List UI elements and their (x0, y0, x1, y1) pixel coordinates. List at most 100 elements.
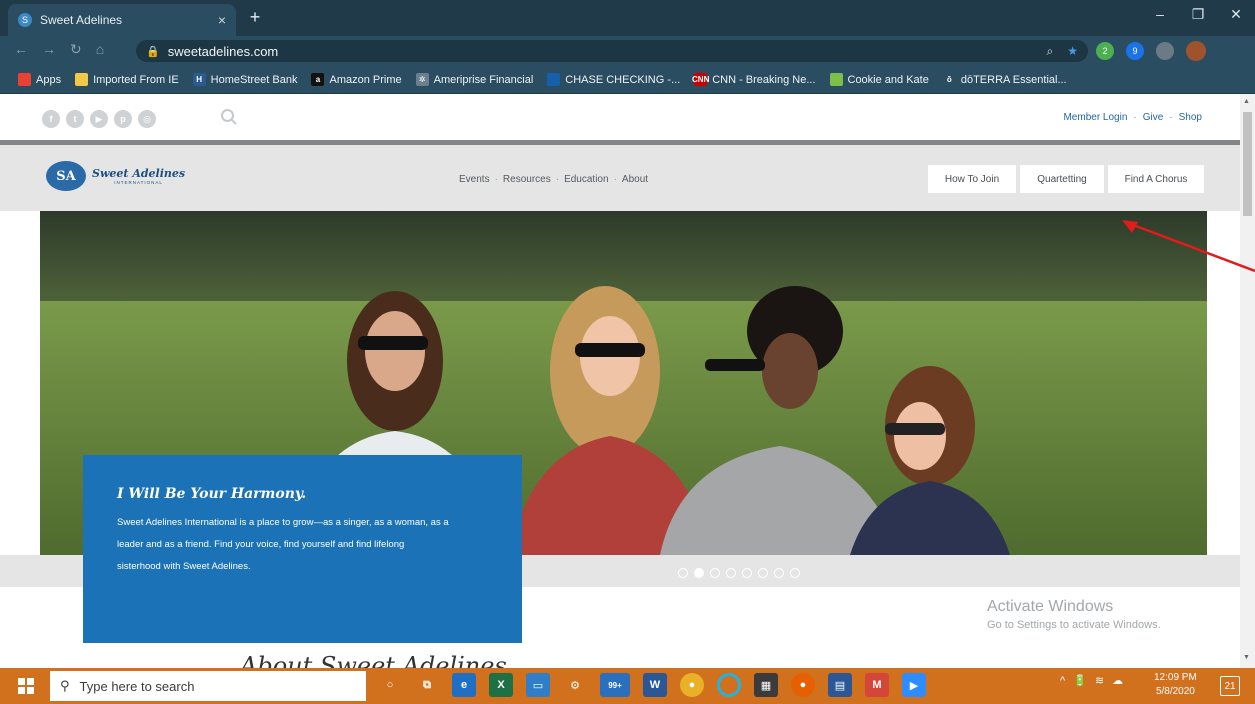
nav-buttons: ← → ↻ ⌂ (14, 41, 104, 58)
find-a-chorus-button[interactable]: Find A Chorus (1108, 165, 1204, 193)
carousel-dot[interactable] (710, 568, 720, 578)
zoom-icon[interactable]: ⌕ (1047, 44, 1054, 59)
scroll-down-arrow-icon[interactable]: ▼ (1243, 654, 1250, 661)
cortana-ring-icon[interactable] (717, 673, 741, 697)
new-tab-button[interactable]: + (244, 6, 266, 28)
address-bar[interactable]: 🔒 sweetadelines.com ⌕ ★ (136, 40, 1088, 62)
gmail-icon[interactable]: M (865, 673, 889, 697)
carousel-dot[interactable] (694, 568, 704, 578)
wifi-icon[interactable]: ≋ (1095, 674, 1104, 687)
calculator-icon[interactable]: ▦ (754, 673, 778, 697)
mail-icon[interactable]: 99+ (600, 673, 630, 697)
nav-about[interactable]: About (622, 174, 648, 185)
forward-button[interactable]: → (42, 41, 56, 58)
minimize-button[interactable]: – (1141, 0, 1179, 28)
search-icon: ⚲ (60, 678, 70, 693)
amazon-icon: a (311, 73, 325, 86)
battery-icon[interactable]: 🔋 (1073, 674, 1087, 687)
settings-gear-icon[interactable]: ⚙ (563, 673, 587, 697)
firefox-icon[interactable]: ● (791, 673, 815, 697)
nav-resources[interactable]: Resources (503, 174, 551, 185)
bookmark-label: Apps (36, 73, 62, 86)
how-to-join-button[interactable]: How To Join (928, 165, 1016, 193)
window-controls: – ❐ ✕ (1141, 0, 1255, 36)
bookmark-label: dōTERRA Essential... (960, 73, 1067, 86)
bookmark-item[interactable]: CHASE CHECKING -... (547, 73, 680, 86)
calendar-icon[interactable]: ▤ (828, 673, 852, 697)
activate-windows-watermark: Activate Windows Go to Settings to activ… (987, 598, 1161, 631)
scroll-up-arrow-icon[interactable]: ▲ (1243, 98, 1250, 105)
search-icon[interactable] (220, 108, 238, 126)
apps-grid-icon (18, 73, 31, 86)
give-link[interactable]: Give (1143, 112, 1164, 123)
system-tray: ^ 🔋 ≋ ☁ (1060, 674, 1123, 688)
url-text[interactable]: sweetadelines.com (168, 44, 1047, 59)
bookmark-star-icon[interactable]: ★ (1067, 44, 1078, 59)
carousel-dot[interactable] (774, 568, 784, 578)
quartetting-button[interactable]: Quartetting (1020, 165, 1104, 193)
reload-button[interactable]: ↻ (70, 41, 82, 58)
browser-tab[interactable]: S Sweet Adelines × (8, 4, 236, 36)
taskbar-clock[interactable]: 12:09 PM 5/8/2020 (1154, 671, 1197, 699)
home-button[interactable]: ⌂ (96, 41, 104, 58)
twitter-icon[interactable]: t (66, 110, 84, 128)
word-icon[interactable]: W (643, 673, 667, 697)
bookmark-label: Ameriprise Financial (433, 73, 534, 86)
onedrive-icon[interactable]: ☁ (1112, 674, 1123, 687)
bookmark-item[interactable]: Imported From IE (75, 73, 179, 86)
page-scrollbar[interactable]: ▲ ▼ (1240, 94, 1255, 668)
restore-button[interactable]: ❐ (1179, 0, 1217, 28)
site-header: SA Sweet Adelines INTERNATIONAL Events ·… (0, 145, 1240, 211)
below-fold-heading: About Sweet Adelines (240, 652, 507, 668)
extension-a-icon[interactable]: 9 (1126, 42, 1144, 60)
site-logo[interactable]: SA Sweet Adelines INTERNATIONAL (46, 161, 185, 191)
tab-close-icon[interactable]: × (218, 12, 226, 28)
nav-education[interactable]: Education (564, 174, 608, 185)
tray-chevron-icon[interactable]: ^ (1060, 675, 1065, 687)
carousel-dot[interactable] (758, 568, 768, 578)
carousel-dot[interactable] (726, 568, 736, 578)
cortana-icon[interactable]: ○ (378, 673, 402, 697)
separator: · (1169, 112, 1173, 123)
facebook-icon[interactable]: f (42, 110, 60, 128)
carousel-dot[interactable] (678, 568, 688, 578)
extension-check-icon[interactable]: 2 (1096, 42, 1114, 60)
tab-title: Sweet Adelines (40, 13, 123, 27)
sweet-adelines-favicon-icon: S (18, 13, 32, 27)
bookmark-item[interactable]: H HomeStreet Bank (192, 73, 297, 86)
bookmark-item[interactable]: a Amazon Prime (311, 73, 402, 86)
zoom-app-icon[interactable]: ▶ (902, 673, 926, 697)
edge-icon[interactable]: e (452, 673, 476, 697)
bookmark-item[interactable]: CNN CNN - Breaking Ne... (692, 73, 816, 86)
taskbar-apps: ○ ⧉ e X ▭ ⚙ 99+ W ● ▦ ● ▤ M ▶ (378, 673, 926, 697)
bookmark-item[interactable]: Apps (18, 73, 61, 86)
logo-name: Sweet Adelines (92, 167, 186, 180)
shop-link[interactable]: Shop (1179, 112, 1202, 123)
notifications-badge[interactable]: 21 (1220, 676, 1240, 696)
pinterest-icon[interactable]: p (114, 110, 132, 128)
windows-start-icon[interactable] (18, 678, 34, 694)
file-explorer-icon[interactable]: ▭ (526, 673, 550, 697)
bookmarks-bar: Apps Imported From IE H HomeStreet Bank a Ama… (0, 66, 1255, 94)
profile-avatar[interactable] (1186, 41, 1206, 61)
member-login-link[interactable]: Member Login (1063, 112, 1127, 123)
extension-gray-icon[interactable] (1156, 42, 1174, 60)
carousel-dot[interactable] (742, 568, 752, 578)
nav-events[interactable]: Events (459, 174, 490, 185)
callout-text-line-2: leader and as a friend. Find your voice,… (117, 539, 405, 550)
scroll-thumb[interactable] (1243, 112, 1252, 216)
chrome-icon[interactable]: ● (680, 673, 704, 697)
youtube-icon[interactable]: ▶ (90, 110, 108, 128)
carousel-dot[interactable] (790, 568, 800, 578)
bookmark-item[interactable]: Cookie and Kate (829, 73, 929, 86)
bookmark-item[interactable]: ✲ Ameriprise Financial (415, 73, 534, 86)
task-view-icon[interactable]: ⧉ (415, 673, 439, 697)
taskbar-search-box[interactable]: ⚲ Type here to search (50, 671, 366, 701)
cookie-kate-icon (829, 73, 843, 86)
window-close-button[interactable]: ✕ (1217, 0, 1255, 28)
excel-icon[interactable]: X (489, 673, 513, 697)
back-button[interactable]: ← (14, 41, 28, 58)
lock-icon[interactable]: 🔒 (146, 45, 160, 58)
instagram-icon[interactable]: ◎ (138, 110, 156, 128)
bookmark-item[interactable]: ō dōTERRA Essential... (942, 73, 1067, 86)
